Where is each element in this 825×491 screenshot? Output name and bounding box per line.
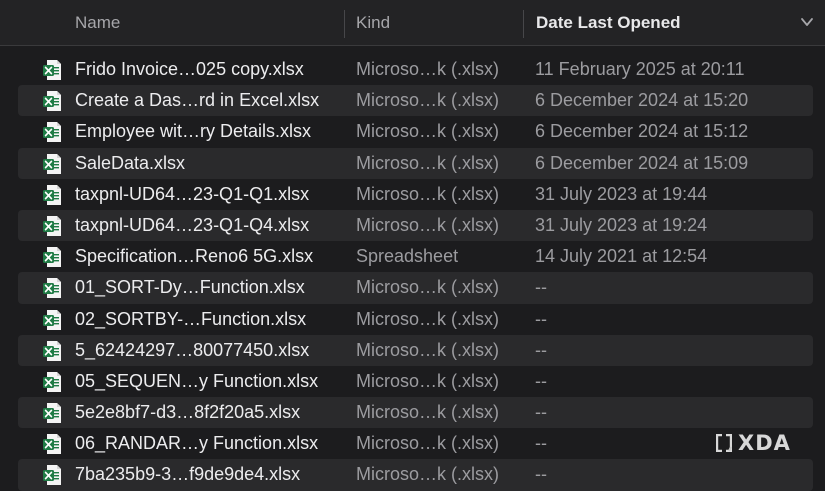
excel-file-icon — [43, 465, 61, 486]
excel-file-icon — [43, 184, 61, 205]
file-kind: Microso…k (.xlsx) — [356, 59, 499, 79]
column-header-date-last-opened[interactable]: Date Last Opened — [536, 0, 681, 46]
file-name: 02_SORTBY-…Function.xlsx — [75, 308, 307, 329]
file-date-last-opened: -- — [535, 402, 547, 423]
excel-file-icon — [43, 247, 61, 268]
file-row[interactable]: 02_SORTBY-…Function.xlsx Microso…k (.xlsx… — [18, 304, 813, 335]
file-row[interactable]: 01_SORT-Dy…Function.xlsx Microso…k (.xlsx… — [18, 272, 813, 304]
file-row[interactable]: SaleData.xlsx Microso…k (.xlsx) 6 December… — [18, 147, 813, 179]
file-row[interactable]: Frido Invoice…025 copy.xlsx Microso…k (.x… — [18, 54, 813, 85]
file-row[interactable]: Employee wit…ry Details.xlsx Microso…k (.… — [18, 116, 813, 147]
excel-file-icon — [43, 434, 61, 455]
column-divider[interactable] — [344, 10, 345, 38]
file-kind: Microso…k (.xlsx) — [356, 402, 499, 423]
file-row[interactable]: 5e2e8bf7-d3…8f2f20a5.xlsx Microso…k (.xls… — [18, 397, 813, 429]
file-date-last-opened: 6 December 2024 at 15:20 — [535, 90, 749, 111]
file-name: taxpnl-UD64…23-Q1-Q4.xlsx — [75, 214, 310, 235]
file-row[interactable]: Create a Das…rd in Excel.xlsx Microso…k (… — [18, 85, 813, 117]
file-row[interactable]: Specification…Reno6 5G.xlsx Spreadsheet 14… — [18, 241, 813, 272]
file-name: 7ba235b9-3…f9de9de4.xlsx — [75, 464, 301, 485]
file-row[interactable]: taxpnl-UD64…23-Q1-Q1.xlsx Microso…k (.xls… — [18, 179, 813, 210]
file-kind: Microso…k (.xlsx) — [356, 464, 499, 485]
excel-file-icon — [43, 60, 61, 80]
file-name: Employee wit…ry Details.xlsx — [75, 121, 312, 142]
xda-watermark: XDA — [716, 430, 791, 456]
file-row[interactable]: 5_62424297…80077450.xlsx Microso…k (.xlsx… — [18, 334, 813, 366]
file-date-last-opened: -- — [535, 433, 547, 454]
file-name: SaleData.xlsx — [75, 152, 186, 173]
file-kind: Microso…k (.xlsx) — [356, 152, 499, 173]
excel-file-icon — [43, 122, 61, 143]
column-header: Name Kind Date Last Opened — [0, 0, 825, 46]
file-date-last-opened: 31 July 2023 at 19:24 — [535, 214, 708, 235]
file-date-last-opened: -- — [535, 277, 547, 298]
file-name: Specification…Reno6 5G.xlsx — [75, 246, 314, 267]
xda-watermark-text: XDA — [738, 431, 791, 455]
file-row[interactable]: taxpnl-UD64…23-Q1-Q4.xlsx Microso…k (.xls… — [18, 209, 813, 242]
column-divider[interactable] — [523, 10, 524, 38]
file-kind: Microso…k (.xlsx) — [356, 90, 499, 111]
file-kind: Microso…k (.xlsx) — [356, 339, 499, 360]
excel-file-icon — [43, 215, 61, 236]
column-header-name[interactable]: Name — [75, 0, 120, 46]
file-name: 5_62424297…80077450.xlsx — [75, 339, 310, 360]
excel-file-icon — [43, 340, 61, 361]
file-date-last-opened: 11 February 2025 at 20:11 — [535, 59, 745, 79]
excel-file-icon — [43, 153, 61, 174]
column-header-kind[interactable]: Kind — [356, 0, 390, 46]
excel-file-icon — [43, 91, 61, 112]
file-name: 01_SORT-Dy…Function.xlsx — [75, 277, 305, 298]
file-kind: Microso…k (.xlsx) — [356, 277, 499, 298]
xda-bracket-icon — [716, 434, 732, 452]
excel-file-icon — [43, 309, 61, 330]
chevron-down-icon[interactable] — [800, 15, 814, 29]
file-name: 06_RANDAR…y Function.xlsx — [75, 433, 319, 454]
file-row[interactable]: 06_RANDAR…y Function.xlsx Microso…k (.xls… — [18, 428, 813, 459]
file-name: Create a Das…rd in Excel.xlsx — [75, 90, 320, 111]
file-name: Frido Invoice…025 copy.xlsx — [75, 59, 304, 79]
file-date-last-opened: -- — [535, 464, 547, 485]
file-name: 5e2e8bf7-d3…8f2f20a5.xlsx — [75, 402, 301, 423]
file-kind: Spreadsheet — [356, 246, 459, 267]
file-row[interactable]: 7ba235b9-3…f9de9de4.xlsx Microso…k (.xlsx… — [18, 459, 813, 491]
file-kind: Microso…k (.xlsx) — [356, 370, 499, 391]
file-date-last-opened: 14 July 2021 at 12:54 — [535, 246, 708, 267]
file-kind: Microso…k (.xlsx) — [356, 183, 499, 204]
file-date-last-opened: 31 July 2023 at 19:44 — [535, 183, 708, 204]
file-list: Frido Invoice…025 copy.xlsx Microso…k (.x… — [18, 54, 813, 491]
file-kind: Microso…k (.xlsx) — [356, 308, 499, 329]
file-date-last-opened: -- — [535, 308, 547, 329]
excel-file-icon — [43, 371, 61, 392]
file-date-last-opened: -- — [535, 339, 547, 360]
file-name: taxpnl-UD64…23-Q1-Q1.xlsx — [75, 183, 310, 204]
file-name: 05_SEQUEN…y Function.xlsx — [75, 370, 319, 391]
file-date-last-opened: -- — [535, 370, 547, 391]
excel-file-icon — [43, 403, 61, 424]
excel-file-icon — [43, 278, 61, 299]
file-kind: Microso…k (.xlsx) — [356, 121, 499, 142]
file-kind: Microso…k (.xlsx) — [356, 214, 499, 235]
file-row[interactable]: 05_SEQUEN…y Function.xlsx Microso…k (.xls… — [18, 366, 813, 397]
file-date-last-opened: 6 December 2024 at 15:09 — [535, 152, 749, 173]
file-date-last-opened: 6 December 2024 at 15:12 — [535, 121, 749, 142]
file-kind: Microso…k (.xlsx) — [356, 433, 499, 454]
